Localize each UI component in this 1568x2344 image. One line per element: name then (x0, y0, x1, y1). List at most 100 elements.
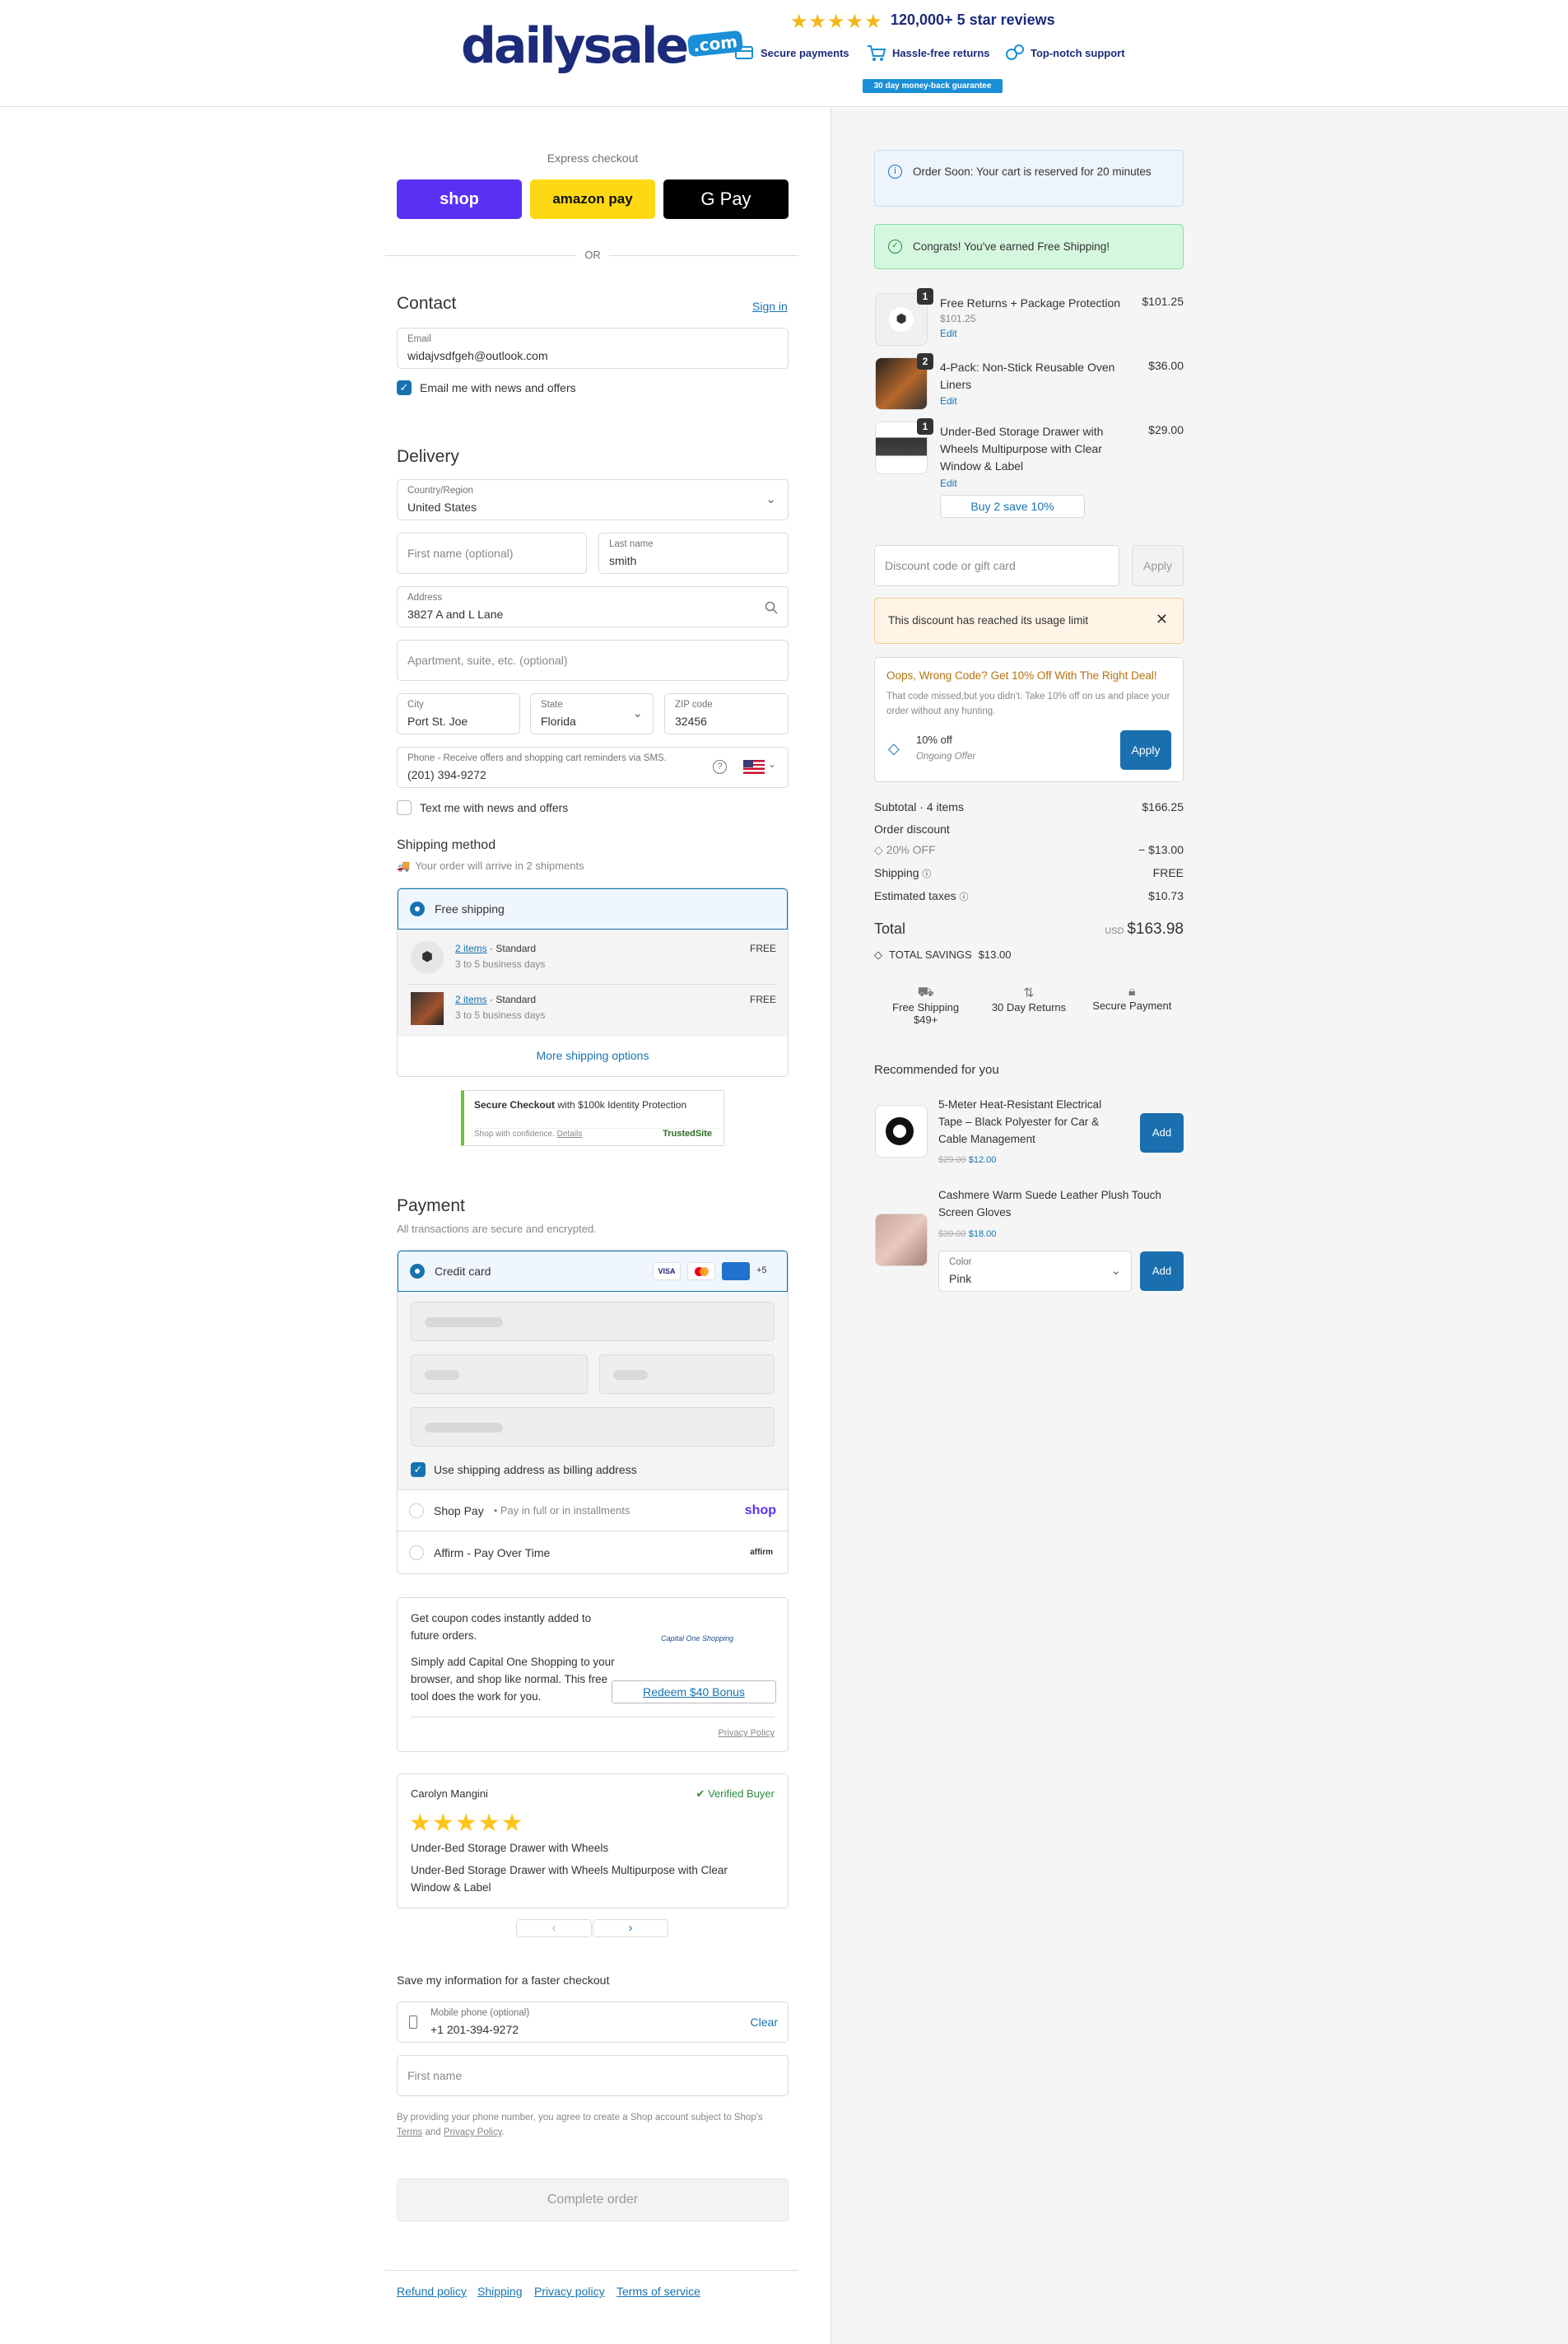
privacy-policy-link[interactable]: Privacy Policy (444, 2127, 502, 2137)
free-shipping-banner: ✓ Congrats! You've earned Free Shipping! (874, 224, 1184, 269)
item-title: Free Returns + Package Protection (940, 296, 1121, 310)
edit-item-link[interactable]: Edit (940, 478, 957, 489)
capital-one-logo: Capital One Shopping (661, 1634, 734, 1643)
clear-phone-link[interactable]: Clear (751, 2015, 778, 2029)
last-name-field[interactable]: Last name smith (598, 533, 789, 574)
edit-item-link[interactable]: Edit (940, 328, 957, 339)
review-prev-button[interactable]: ‹ (516, 1919, 592, 1937)
email-field[interactable]: Email widajvsdfgeh@outlook.com (397, 328, 789, 369)
rec-item-title: Cashmere Warm Suede Leather Plush Touch … (938, 1189, 1161, 1219)
perk-secure: 🔒︎ Secure Payment (1086, 985, 1177, 1026)
more-shipping-options-link[interactable]: More shipping options (398, 1049, 788, 1062)
trust-top-notch-support: Top-notch support (1004, 43, 1125, 63)
email-news-checkbox[interactable]: ✓ (397, 380, 412, 395)
review-next-button[interactable]: › (593, 1919, 668, 1937)
wrong-code-offer-box: Oops, Wrong Code? Get 10% Off With The R… (874, 657, 1184, 782)
address-field[interactable]: Address 3827 A and L Lane (397, 586, 789, 627)
electrical-tape-thumbnail (875, 1105, 928, 1158)
header-rating-stars: ★★★★★ (790, 11, 883, 33)
us-flag-icon[interactable] (743, 760, 765, 774)
affirm-radio[interactable] (409, 1545, 424, 1560)
edit-item-link[interactable]: Edit (940, 395, 957, 407)
card-expiry-field[interactable] (411, 1354, 588, 1394)
shop-pay-option[interactable]: Shop Pay • Pay in full or in installments… (398, 1489, 788, 1531)
redeem-bonus-button[interactable]: Redeem $40 Bonus (612, 1680, 776, 1703)
payment-subtitle: All transactions are secure and encrypte… (397, 1223, 597, 1235)
subtotal-row: Subtotal · 4 items $166.25 (874, 800, 1184, 813)
first-name-field[interactable]: First name (optional) (397, 533, 587, 574)
review-stars: ★★★★★ (409, 1810, 524, 1837)
rec-item-title: 5-Meter Heat-Resistant Electrical Tape –… (938, 1098, 1102, 1145)
billing-checkbox[interactable]: ✓ (411, 1462, 426, 1477)
mastercard-icon (687, 1262, 715, 1280)
discount-code-input[interactable]: Discount code or gift card (874, 545, 1119, 586)
reviewer-name: Carolyn Mangini (411, 1787, 488, 1800)
or-label: OR (576, 249, 609, 261)
apply-offer-button[interactable]: Apply (1120, 730, 1171, 770)
trustedsite-badge[interactable]: Secure Checkout with $100k Identity Prot… (461, 1090, 724, 1146)
item-title: 4-Pack: Non-Stick Reusable Oven Liners (940, 361, 1115, 391)
free-shipping-option[interactable]: Free shipping (398, 888, 788, 930)
help-icon[interactable]: ? (713, 760, 727, 774)
terms-link[interactable]: Terms (397, 2127, 422, 2137)
complete-order-button[interactable]: Complete order (397, 2179, 789, 2221)
shipping-subtitle: 🚚 Your order will arrive in 2 shipments (397, 860, 584, 872)
contact-heading: Contact (397, 294, 457, 313)
sign-in-link[interactable]: Sign in (752, 300, 788, 313)
dailysale-logo[interactable]: dailysale .com (461, 21, 744, 71)
state-select[interactable]: State Florida ⌄ (530, 693, 654, 734)
phone-icon (409, 2015, 417, 2029)
taxes-row: Estimated taxes ⓘ $10.73 (874, 889, 1184, 902)
save-info-heading: Save my information for a faster checkou… (397, 1974, 610, 1987)
card-number-field[interactable] (411, 1302, 775, 1341)
refund-policy-link[interactable]: Refund policy (397, 2285, 467, 2298)
perk-returns: ⇅ 30 Day Returns (984, 985, 1074, 1026)
add-tape-button[interactable]: Add (1140, 1113, 1184, 1153)
terms-of-service-link[interactable]: Terms of service (616, 2285, 700, 2298)
zip-field[interactable]: ZIP code 32456 (664, 693, 789, 734)
amazon-pay-button[interactable]: amazon pay (530, 179, 655, 219)
free-shipping-radio[interactable] (410, 902, 425, 916)
credit-card-radio[interactable] (410, 1264, 425, 1279)
shipment-1-items-link[interactable]: 2 items (455, 943, 487, 954)
card-name-field[interactable] (411, 1407, 775, 1447)
express-checkout-label: Express checkout (547, 151, 639, 165)
site-header: dailysale .com ★★★★★ 120,000+ 5 star revi… (0, 0, 1568, 107)
apartment-field[interactable]: Apartment, suite, etc. (optional) (397, 640, 789, 681)
guarantee-banner: 30 day money-back guarantee (863, 79, 1003, 93)
save-first-name-field[interactable]: First name (397, 2055, 789, 2096)
close-icon[interactable]: ✕ (1156, 611, 1168, 628)
email-news-checkbox-row[interactable]: ✓ Email me with news and offers (397, 380, 576, 395)
info-icon: i (888, 165, 902, 179)
oven-liner-thumbnail (411, 992, 444, 1025)
text-news-checkbox[interactable] (397, 800, 412, 815)
perk-free-shipping: ⛟ Free Shipping $49+ (881, 985, 971, 1026)
gloves-thumbnail (875, 1214, 928, 1266)
google-pay-button[interactable]: G Pay (663, 179, 789, 219)
payment-options-box: Credit card VISA +5 ✓ Use shipping addres… (397, 1250, 789, 1574)
lock-icon: 🔒︎ (1128, 985, 1136, 999)
add-gloves-button[interactable]: Add (1140, 1251, 1184, 1291)
city-field[interactable]: City Port St. Joe (397, 693, 520, 734)
mobile-phone-field[interactable]: Mobile phone (optional) +1 201-394-9272 C… (397, 2001, 789, 2043)
country-select[interactable]: Country/Region United States ⌄ (397, 479, 789, 520)
package-icon: ⬢ (889, 307, 914, 332)
shop-pay-button[interactable]: shop (397, 179, 522, 219)
text-news-checkbox-row[interactable]: Text me with news and offers (397, 800, 568, 815)
apply-discount-button[interactable]: Apply (1132, 545, 1184, 586)
billing-checkbox-row[interactable]: ✓ Use shipping address as billing address (411, 1462, 637, 1477)
phone-field[interactable]: Phone - Receive offers and shopping cart… (397, 747, 789, 788)
shipment-2-items-link[interactable]: 2 items (455, 994, 487, 1005)
tag-icon: ◇ (888, 740, 900, 757)
privacy-policy-footer-link[interactable]: Privacy policy (534, 2285, 605, 2298)
check-circle-icon: ✔ (696, 1787, 705, 1800)
shop-pay-radio[interactable] (409, 1503, 424, 1518)
capone-privacy-link[interactable]: Privacy Policy (719, 1728, 775, 1738)
color-select[interactable]: Color Pink ⌄ (938, 1251, 1132, 1292)
affirm-option[interactable]: Affirm - Pay Over Time affirm (398, 1531, 788, 1573)
buy-2-offer-button[interactable]: Buy 2 save 10% (940, 495, 1085, 518)
tag-icon: ◇ (874, 843, 883, 856)
card-cvv-field[interactable] (599, 1354, 775, 1394)
shipping-policy-link[interactable]: Shipping (477, 2285, 523, 2298)
amex-icon (722, 1262, 750, 1280)
